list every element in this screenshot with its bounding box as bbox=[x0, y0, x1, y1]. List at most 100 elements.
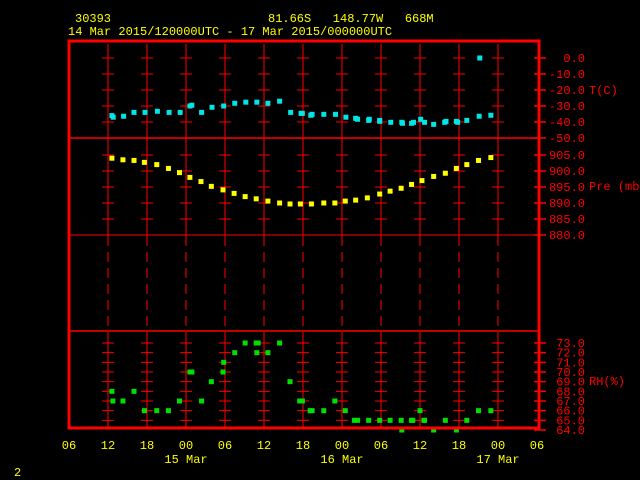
x-tick-label: 06 bbox=[62, 439, 76, 453]
x-tick-label: 00 bbox=[179, 439, 193, 453]
pressure-point bbox=[177, 170, 182, 176]
temperature-point bbox=[411, 119, 416, 125]
rh-point bbox=[342, 408, 348, 414]
temperature-point bbox=[388, 119, 394, 125]
rh-point bbox=[366, 417, 372, 423]
pressure-point bbox=[220, 187, 226, 193]
time-range: 14 Mar 2015/120000UTC - 17 Mar 2015/0000… bbox=[68, 25, 392, 39]
pressure-point bbox=[287, 201, 293, 207]
temperature-point bbox=[166, 109, 172, 115]
y-tick-label: 0.0 bbox=[563, 52, 585, 66]
rh-point bbox=[277, 340, 283, 346]
temperature-point bbox=[177, 109, 183, 115]
page-number: 2 bbox=[14, 466, 21, 480]
rh-point bbox=[110, 398, 116, 404]
temperature-point bbox=[399, 120, 405, 126]
y-tick-label: 905.0 bbox=[549, 149, 585, 163]
y-axis-label: RH(%) bbox=[589, 375, 625, 389]
temperature-point bbox=[321, 111, 327, 117]
x-tick-label: 18 bbox=[452, 439, 466, 453]
temperature-point bbox=[254, 99, 260, 105]
rh-point bbox=[254, 350, 260, 356]
meteogram: 30393 81.66S 148.77W 668M 14 Mar 2015/12… bbox=[14, 12, 640, 480]
rh-point bbox=[242, 340, 248, 346]
pressure-point bbox=[154, 162, 160, 168]
temperature-point bbox=[343, 114, 349, 120]
temperature-point bbox=[232, 100, 238, 106]
data-marks bbox=[109, 55, 494, 433]
temperature-point bbox=[288, 109, 294, 115]
rh-point bbox=[199, 398, 205, 404]
temperature-point bbox=[199, 109, 205, 115]
rh-point bbox=[410, 417, 416, 423]
x-tick-label: 00 bbox=[491, 439, 505, 453]
pressure-point bbox=[141, 159, 147, 165]
x-tick-label: 00 bbox=[335, 439, 349, 453]
x-date-label: 15 Mar bbox=[164, 453, 207, 467]
pressure-point bbox=[398, 185, 404, 191]
temperature-point bbox=[277, 98, 283, 104]
x-tick-label: 18 bbox=[140, 439, 154, 453]
temperature-point bbox=[476, 113, 482, 119]
pressure-point bbox=[377, 191, 383, 197]
pressure-point bbox=[387, 188, 393, 194]
pressure-point bbox=[332, 200, 338, 206]
pressure-point bbox=[453, 165, 459, 171]
rh-point bbox=[422, 417, 428, 423]
rh-point bbox=[109, 388, 115, 394]
y-tick-label: -10.0 bbox=[549, 68, 585, 82]
y-axis-label: T(C) bbox=[589, 84, 618, 98]
rh-point bbox=[221, 359, 227, 365]
y-tick-label: 895.0 bbox=[549, 181, 585, 195]
temperature-point bbox=[110, 114, 116, 120]
temperature-point bbox=[464, 117, 470, 123]
pressure-point bbox=[464, 162, 470, 168]
temperature-point bbox=[265, 100, 271, 106]
rh-point bbox=[387, 417, 393, 423]
rh-point bbox=[442, 417, 448, 423]
temperature-point bbox=[189, 102, 195, 108]
rh-point bbox=[332, 398, 338, 404]
rh-point bbox=[464, 417, 470, 423]
pressure-point bbox=[342, 198, 348, 204]
pressure-point bbox=[277, 200, 283, 206]
rh-point bbox=[131, 388, 137, 394]
station-location: 81.66S 148.77W 668M bbox=[268, 12, 434, 26]
temperature-point bbox=[221, 103, 227, 109]
pressure-point bbox=[265, 198, 271, 204]
pressure-point bbox=[120, 157, 126, 163]
x-date-label: 16 Mar bbox=[320, 453, 363, 467]
temperature-point bbox=[377, 118, 383, 124]
pressure-point bbox=[488, 155, 494, 161]
temperature-point bbox=[209, 104, 215, 110]
rh-point bbox=[355, 417, 361, 423]
temperature-point bbox=[355, 116, 361, 122]
pressure-point bbox=[198, 179, 204, 185]
x-tick-label: 18 bbox=[296, 439, 310, 453]
pressure-point bbox=[476, 157, 481, 163]
temperature-point bbox=[366, 116, 372, 122]
temperature-point bbox=[309, 111, 315, 117]
y-tick-label: -30.0 bbox=[549, 100, 585, 114]
pressure-point bbox=[297, 201, 303, 207]
rh-point bbox=[417, 408, 423, 414]
rh-point bbox=[165, 408, 171, 414]
pressure-point bbox=[231, 190, 237, 196]
pressure-point bbox=[109, 155, 115, 161]
pressure-point bbox=[308, 201, 314, 207]
rh-point bbox=[189, 369, 195, 375]
x-tick-label: 06 bbox=[218, 439, 232, 453]
pressure-point bbox=[419, 178, 425, 184]
temperature-point bbox=[154, 108, 160, 114]
rh-point bbox=[309, 408, 315, 414]
temperature-point bbox=[121, 113, 127, 119]
temperature-point bbox=[131, 109, 137, 115]
rh-point bbox=[208, 379, 214, 385]
pressure-point bbox=[187, 174, 193, 180]
station-id: 30393 bbox=[75, 12, 111, 26]
temperature-point bbox=[477, 55, 483, 61]
x-tick-label: 06 bbox=[374, 439, 388, 453]
temperature-point bbox=[243, 99, 249, 105]
pressure-point bbox=[242, 194, 248, 200]
y-axis-label: Pre (mb) bbox=[589, 180, 640, 194]
